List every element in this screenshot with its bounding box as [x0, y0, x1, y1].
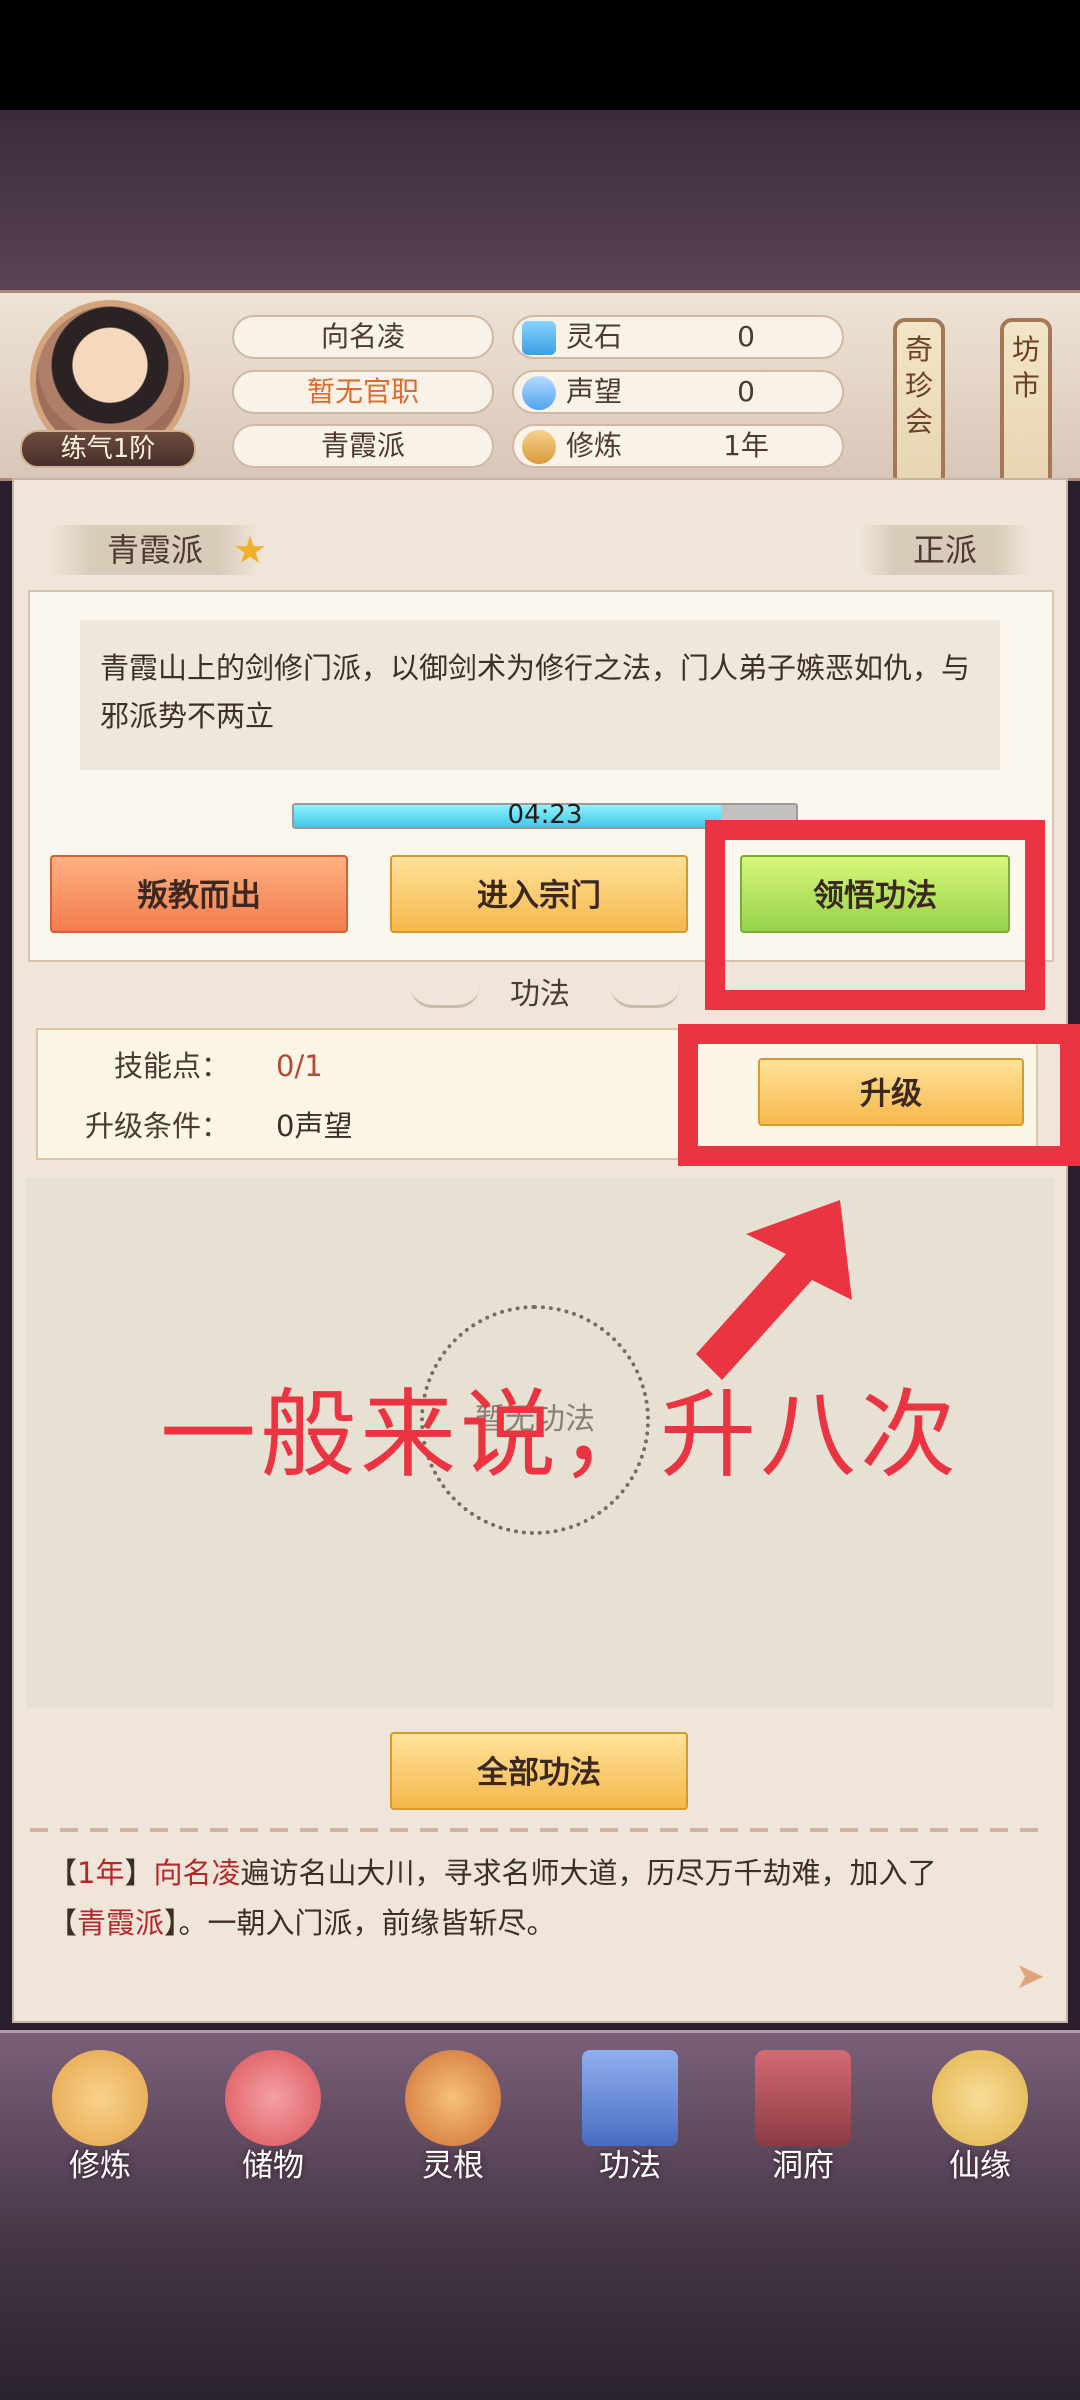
stat-reputation: 声望 0	[512, 370, 844, 414]
sect-name: 青霞派	[232, 424, 494, 468]
storage-bag-icon	[225, 2050, 321, 2146]
faction-description: 青霞山上的剑修门派，以御剑术为修行之法，门人弟子嫉恶如仇，与邪派势不两立	[80, 620, 1000, 770]
log-divider	[30, 1828, 1050, 1832]
stat-spirit-stone: 灵石 0	[512, 315, 844, 359]
stat-cultivation: 修炼 1年	[512, 424, 844, 468]
all-techniques-button[interactable]: 全部功法	[390, 1732, 688, 1810]
faction-title: 青霞派	[50, 525, 260, 575]
background-bottom	[0, 2210, 1080, 2400]
nav-storage[interactable]: 储物	[198, 2050, 348, 2210]
nav-technique[interactable]: 功法	[555, 2050, 705, 2210]
arrow-annotation-icon	[696, 1200, 852, 1380]
technique-book-icon	[582, 2050, 678, 2146]
reputation-icon	[522, 376, 556, 410]
player-name: 向名凌	[232, 315, 494, 359]
cave-icon	[755, 2050, 851, 2146]
highlight-upgrade	[678, 1024, 1080, 1166]
leave-sect-button[interactable]: 叛教而出	[50, 855, 348, 933]
spirit-stone-icon	[522, 321, 556, 355]
spirit-root-icon	[405, 2050, 501, 2146]
next-arrow-icon[interactable]: ➤	[1008, 1955, 1052, 1999]
upgrade-condition-value: 0声望	[276, 1109, 353, 1143]
cultivate-icon	[52, 2050, 148, 2146]
log-text-2: 。一朝入门派，前缘皆斩尽。	[178, 1906, 556, 1940]
faction-alignment: 正派	[860, 525, 1030, 575]
enter-sect-button[interactable]: 进入宗门	[390, 855, 688, 933]
nav-fate[interactable]: 仙缘	[905, 2050, 1055, 2210]
nav-cultivate[interactable]: 修炼	[25, 2050, 175, 2210]
log-sect: 青霞派	[77, 1906, 165, 1940]
technique-section-title: 功法	[510, 977, 570, 1012]
event-log: 【1年】向名凌遍访名山大川，寻求名师大道，历尽万千劫难，加入了 【青霞派】。一朝入…	[48, 1856, 937, 1940]
log-year: 1年	[77, 1856, 125, 1890]
skill-points-label: 技能点：	[113, 1049, 230, 1083]
log-text-1: 遍访名山大川，寻求名师大道，历尽万千劫难，加入了	[240, 1856, 937, 1890]
annotation-text: 一般来说，升八次	[160, 1379, 960, 1491]
skill-points-value: 0/1	[276, 1049, 323, 1083]
market-button[interactable]: 坊市	[1000, 318, 1052, 488]
cultivation-tag: 练气1阶	[20, 430, 196, 468]
status-bar	[0, 0, 1080, 110]
official-rank: 暂无官职	[232, 370, 494, 414]
treasure-auction-button[interactable]: 奇珍会	[893, 318, 945, 488]
meditation-icon	[522, 430, 556, 464]
log-name: 向名凌	[153, 1856, 241, 1890]
nav-spirit-root[interactable]: 灵根	[378, 2050, 528, 2210]
nav-cave[interactable]: 洞府	[728, 2050, 878, 2210]
upgrade-condition-label: 升级条件：	[84, 1109, 230, 1143]
background-band	[0, 110, 1080, 290]
fate-gourd-icon	[932, 2050, 1028, 2146]
highlight-comprehend	[705, 820, 1045, 1010]
star-icon: ★	[232, 528, 268, 572]
